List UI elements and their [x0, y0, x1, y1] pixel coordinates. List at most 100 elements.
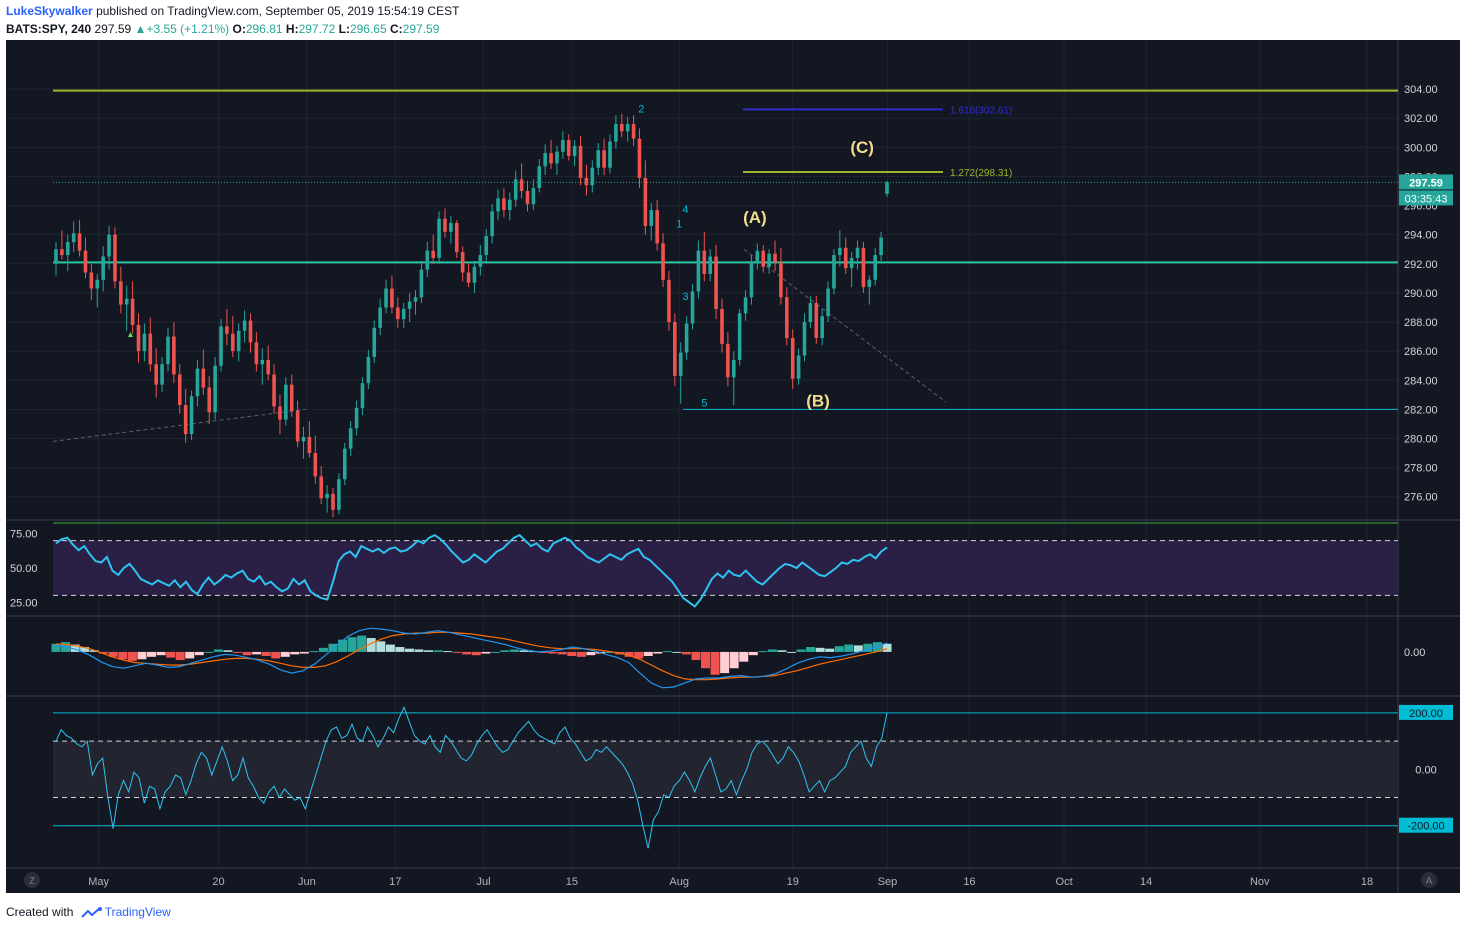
symbol-label[interactable]: BATS:SPY, 240 [6, 22, 91, 36]
time-tick-label: 16 [963, 876, 975, 888]
candle-body [761, 250, 766, 267]
candle-body [413, 297, 418, 302]
candle-body [596, 150, 601, 168]
candle-body [272, 374, 276, 407]
price-tick-label: 304.00 [1404, 84, 1438, 96]
time-tick-label: Sep [878, 876, 898, 888]
candle-body [242, 320, 247, 331]
macd-histogram-bar [404, 648, 414, 652]
macd-histogram-bar [242, 651, 252, 656]
candle-body [325, 493, 329, 499]
candle-body [843, 247, 848, 269]
candle-body [301, 437, 306, 442]
macd-histogram-bar [347, 637, 357, 652]
created-with-text: Created with [6, 905, 74, 919]
candle-body [720, 308, 724, 344]
price-tick-label: 294.00 [1404, 230, 1438, 242]
footer: Created with TradingView [6, 905, 171, 919]
macd-histogram-bar [309, 651, 319, 653]
cci-tick-label: 0.00 [1415, 764, 1436, 776]
price-tick-label: 300.00 [1404, 142, 1438, 154]
candle-body [684, 323, 689, 353]
candle-body [696, 250, 701, 292]
candle-body [195, 368, 200, 397]
candle-body [231, 333, 235, 352]
candle-body [119, 281, 123, 305]
candle-body [820, 316, 824, 339]
wave-label: 4 [682, 204, 688, 216]
price-tick-label: 290.00 [1404, 288, 1438, 300]
up-arrow-icon: ▲ [134, 22, 147, 36]
macd-histogram-bar [509, 649, 519, 652]
zoom-icon: Z [29, 876, 35, 887]
candle-body [519, 179, 524, 192]
time-tick-label: Oct [1056, 876, 1073, 888]
macd-histogram-bar [844, 644, 854, 652]
candle-body [342, 448, 347, 480]
candle-body [189, 396, 194, 435]
candle-body [566, 140, 571, 157]
candle-body [260, 359, 265, 365]
candle-body [65, 241, 70, 256]
wave-label: 3 [682, 291, 688, 303]
macd-histogram-bar [318, 647, 328, 652]
macd-histogram-bar [557, 651, 567, 655]
chart-canvas[interactable]: May 20 Jun 17 Jul 15 Aug 19 Sep 16 Oct 14 Nov 18304.0… [6, 40, 1460, 893]
candle-body [849, 257, 854, 269]
time-tick-label: 17 [389, 876, 401, 888]
candle-body [714, 256, 718, 309]
macd-histogram-bar [443, 651, 453, 653]
candle-body [773, 253, 777, 263]
candle-body [678, 352, 683, 376]
candle-body [419, 269, 424, 298]
macd-histogram-bar [385, 644, 395, 652]
candle-body [425, 250, 430, 270]
macd-histogram-bar [672, 651, 682, 653]
candle-body [213, 365, 217, 413]
candle-body [95, 279, 100, 289]
candle-body [407, 301, 412, 309]
price-tick-label: 286.00 [1404, 346, 1438, 358]
macd-histogram-bar [815, 647, 825, 652]
candle-body [449, 223, 453, 232]
macd-histogram-bar [185, 651, 195, 659]
candle-body [855, 247, 860, 258]
macd-histogram-bar [701, 651, 711, 669]
candle-body [885, 182, 889, 194]
candle-body [496, 198, 500, 212]
macd-histogram-bar [204, 651, 214, 653]
candle-body [779, 262, 783, 298]
candle-body [643, 177, 648, 226]
candle-body [124, 298, 129, 305]
candle-body [236, 330, 241, 352]
author-link[interactable]: LukeSkywalker [6, 4, 93, 18]
tradingview-brand[interactable]: TradingView [105, 905, 171, 919]
candle-body [113, 234, 117, 282]
rsi-band [53, 540, 1398, 596]
candle-body [743, 297, 748, 314]
candle-body [71, 233, 76, 242]
candle-body [578, 145, 583, 178]
macd-histogram-bar [481, 651, 491, 654]
time-tick-label: 14 [1140, 876, 1152, 888]
candle-body [107, 234, 111, 257]
wave-label: 1 [676, 218, 682, 230]
candle-body [525, 191, 530, 205]
candle-body [54, 249, 58, 264]
macd-histogram-bar [194, 651, 204, 656]
wave-label: 5 [701, 397, 707, 409]
time-tick-label: May [88, 876, 109, 888]
macd-histogram-bar [280, 651, 290, 657]
candle-body [437, 218, 441, 258]
candle-body [460, 252, 465, 273]
time-tick-label: Aug [669, 876, 689, 888]
price-tick-label: 280.00 [1404, 433, 1438, 445]
candle-body [631, 124, 636, 139]
candle-body [749, 262, 754, 298]
macd-histogram-bar [806, 647, 816, 652]
candle-body [608, 141, 612, 168]
candle-body [731, 359, 736, 378]
macd-histogram-bar [452, 651, 462, 653]
macd-histogram-bar [586, 651, 596, 656]
candle-body [502, 198, 506, 210]
